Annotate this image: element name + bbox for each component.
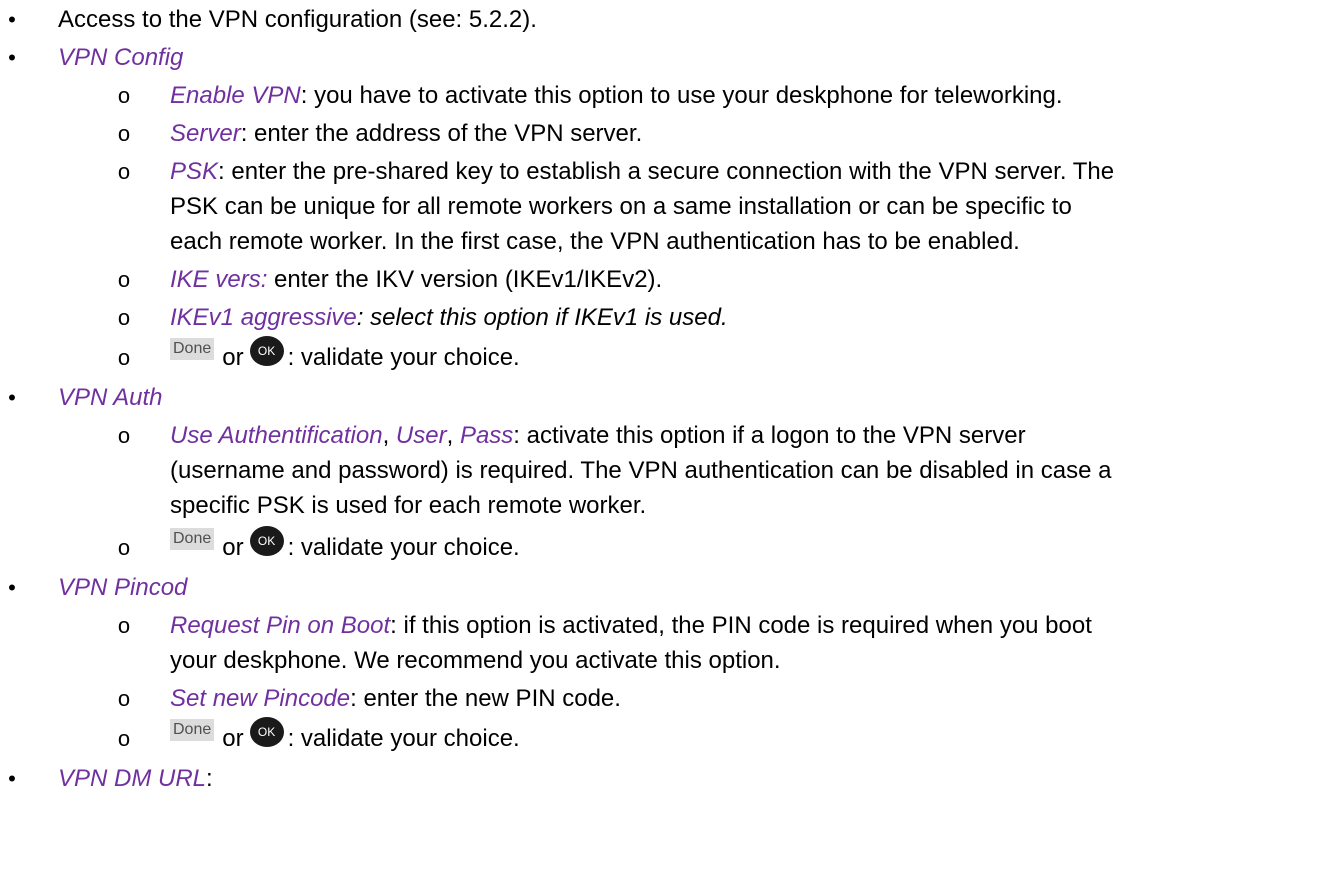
psk-term: PSK	[170, 158, 219, 185]
psk-desc-line1: : enter the pre-shared key to establish …	[218, 158, 1115, 185]
enable-vpn-desc: : you have to activate this option to us…	[300, 82, 1063, 109]
vpn-dm-url-suffix: :	[206, 765, 213, 792]
sub-bullet: o	[117, 83, 131, 108]
sub-bullet: o	[117, 423, 131, 448]
server-desc: : enter the address of the VPN server.	[240, 120, 643, 147]
use-auth-term: Use Authentification	[170, 422, 383, 449]
sub-bullet: o	[117, 686, 131, 711]
or-text: or	[222, 725, 244, 752]
validate-desc: : validate your choice.	[287, 725, 520, 752]
bullet: •	[8, 7, 16, 32]
vpn-config-title: VPN Config	[58, 44, 184, 71]
use-auth-desc-line1: : activate this option if a logon to the…	[513, 422, 1026, 449]
psk-desc-line3: each remote worker. In the first case, t…	[170, 228, 1020, 255]
ike-vers-desc: enter the IKV version (IKEv1/IKEv2).	[267, 266, 663, 293]
ok-button-icon: OK	[249, 525, 284, 556]
psk-desc-line2: PSK can be unique for all remote workers…	[170, 193, 1072, 220]
done-softkey-icon: Done	[170, 718, 215, 741]
sub-bullet: o	[117, 267, 131, 292]
bullet: •	[8, 575, 16, 600]
ike-vers-term: IKE vers:	[170, 266, 268, 293]
sub-bullet: o	[117, 305, 131, 330]
sub-bullet: o	[117, 121, 131, 146]
enable-vpn-term: Enable VPN	[170, 82, 301, 109]
sub-bullet: o	[117, 726, 131, 751]
sub-bullet: o	[117, 159, 131, 184]
set-pin-term: Set new Pincode	[170, 685, 351, 712]
or-text: or	[222, 534, 244, 561]
bullet: •	[8, 385, 16, 410]
ikev1-aggressive-desc: : select this option if IKEv1 is used.	[356, 304, 728, 331]
use-auth-desc-line2: (username and password) is required. The…	[170, 457, 1112, 484]
request-pin-desc-line2: your deskphone. We recommend you activat…	[170, 647, 781, 674]
done-softkey-icon: Done	[170, 527, 215, 550]
separator: ,	[446, 422, 460, 449]
validate-desc: : validate your choice.	[287, 534, 520, 561]
vpn-dm-url-title: VPN DM URL	[58, 765, 207, 792]
set-pin-desc: : enter the new PIN code.	[350, 685, 621, 712]
user-term: User	[395, 422, 447, 449]
sub-bullet: o	[117, 535, 131, 560]
intro-text: Access to the VPN configuration (see: 5.…	[58, 6, 537, 33]
ok-button-icon: OK	[249, 335, 284, 366]
server-term: Server	[170, 120, 241, 147]
pass-term: Pass	[459, 422, 514, 449]
separator: ,	[382, 422, 396, 449]
vpn-pincod-title: VPN Pincod	[58, 574, 188, 601]
request-pin-desc-line1: : if this option is activated, the PIN c…	[390, 612, 1092, 639]
document-page: • Access to the VPN configuration (see: …	[0, 0, 1322, 874]
sub-bullet: o	[117, 613, 131, 638]
bullet: •	[8, 45, 16, 70]
or-text: or	[222, 344, 244, 371]
ikev1-aggressive-term: IKEv1 aggressive	[170, 304, 357, 331]
sub-bullet: o	[117, 345, 131, 370]
validate-desc: : validate your choice.	[287, 344, 520, 371]
bullet: •	[8, 766, 16, 791]
vpn-auth-title: VPN Auth	[58, 384, 163, 411]
request-pin-term: Request Pin on Boot	[170, 612, 391, 639]
done-softkey-icon: Done	[170, 337, 215, 360]
ok-button-icon: OK	[249, 716, 284, 747]
use-auth-desc-line3: specific PSK is used for each remote wor…	[170, 492, 647, 519]
